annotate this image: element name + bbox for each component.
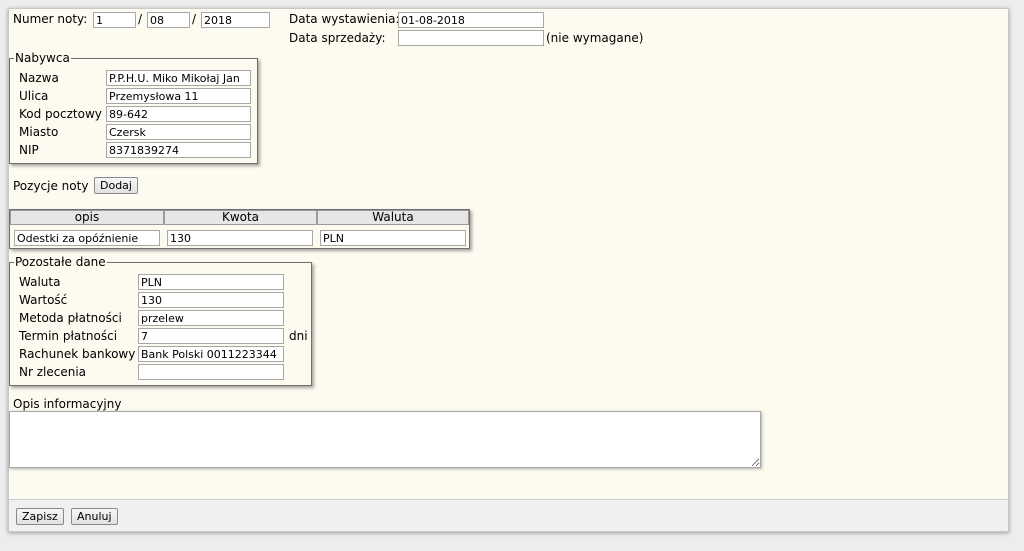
nr-zlecenia-input[interactable] [138,364,284,380]
position-opis-input[interactable] [14,230,160,246]
data-sprzedazy-note: (nie wymagane) [546,31,644,45]
nazwa-label: Nazwa [19,71,59,85]
miasto-label: Miasto [19,125,59,139]
miasto-input[interactable] [106,124,251,140]
cancel-button[interactable]: Anuluj [71,508,118,525]
pozostale-dane-fieldset: Pozostałe dane Waluta Wartość Metoda pła… [9,256,312,386]
kod-pocztowy-input[interactable] [106,106,251,122]
positions-table: opis Kwota Waluta [9,209,470,249]
position-kwota-input[interactable] [167,230,313,246]
column-header-waluta: Waluta [317,210,469,225]
data-sprzedazy-label: Data sprzedaży: [289,31,386,45]
position-waluta-input[interactable] [320,230,466,246]
metoda-platnosci-input[interactable] [138,310,284,326]
numer-noty-part3-input[interactable] [201,12,270,28]
nabywca-legend: Nabywca [14,51,71,65]
pozycje-noty-label: Pozycje noty [13,179,89,193]
pozostale-dane-legend: Pozostałe dane [14,255,107,269]
form-footer: Zapisz Anuluj [9,499,1008,531]
data-wystawienia-input[interactable] [398,12,544,28]
nr-zlecenia-label: Nr zlecenia [19,365,87,379]
termin-platnosci-input[interactable] [138,328,284,344]
nip-label: NIP [19,143,39,157]
rachunek-bankowy-input[interactable] [138,346,284,362]
add-position-button[interactable]: Dodaj [94,177,138,194]
wartosc-input[interactable] [138,292,284,308]
opis-informacyjny-label: Opis informacyjny [13,397,122,411]
waluta-label: Waluta [19,275,61,289]
kod-pocztowy-label: Kod pocztowy [19,107,102,121]
waluta-input[interactable] [138,274,284,290]
nabywca-fieldset: Nabywca Nazwa Ulica Kod pocztowy Miasto … [9,52,258,164]
numer-noty-part1-input[interactable] [93,12,136,28]
separator-slash: / [192,12,197,26]
nip-input[interactable] [106,142,251,158]
metoda-platnosci-label: Metoda płatności [19,311,122,325]
numer-noty-part2-input[interactable] [147,12,190,28]
column-header-opis: opis [10,210,164,225]
termin-unit-label: dni [289,329,308,343]
wartosc-label: Wartość [19,293,68,307]
ulica-label: Ulica [19,89,49,103]
opis-informacyjny-textarea[interactable] [9,411,761,468]
table-row [10,225,469,248]
rachunek-bankowy-label: Rachunek bankowy [19,347,136,361]
nazwa-input[interactable] [106,70,251,86]
numer-noty-label: Numer noty: [13,12,88,26]
ulica-input[interactable] [106,88,251,104]
separator-slash: / [138,12,143,26]
save-button[interactable]: Zapisz [16,508,64,525]
data-wystawienia-label: Data wystawienia: [289,12,400,26]
invoice-note-form: Numer noty: / / Data wystawienia: Data s… [8,8,1009,532]
column-header-kwota: Kwota [164,210,317,225]
data-sprzedazy-input[interactable] [398,30,544,46]
termin-platnosci-label: Termin płatności [19,329,118,343]
